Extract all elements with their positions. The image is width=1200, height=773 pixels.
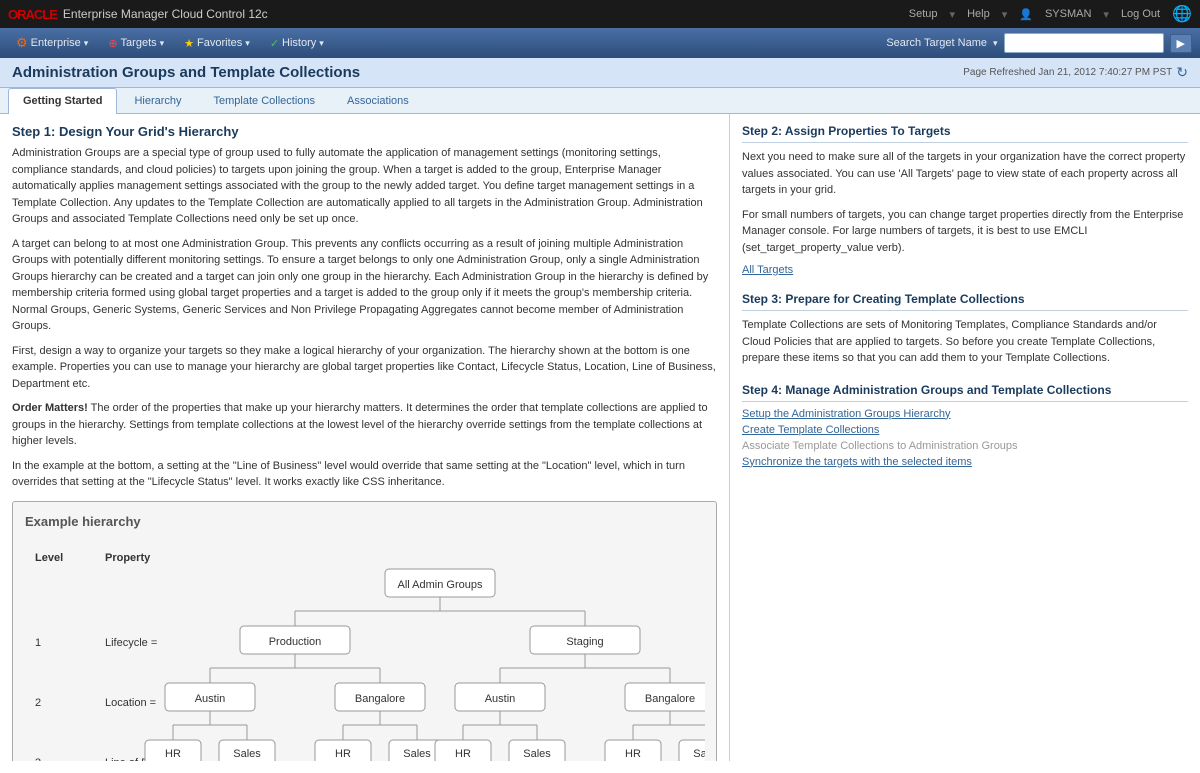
svg-text:HR: HR	[455, 748, 471, 760]
hierarchy-diagram: Level Property All Admin Groups 1 Lifecy…	[25, 541, 705, 762]
nav-favorites-label: Favorites	[197, 37, 242, 49]
history-arrow: ▾	[319, 38, 324, 49]
tab-associations[interactable]: Associations	[332, 88, 424, 113]
top-header: ORACLE Enterprise Manager Cloud Control …	[0, 0, 1200, 28]
svg-text:Sales: Sales	[233, 748, 261, 760]
hierarchy-box: Example hierarchy Level Property All Adm…	[12, 501, 717, 762]
enterprise-arrow: ▾	[84, 38, 89, 49]
user-icon: 👤	[1019, 8, 1033, 21]
svg-text:Location =: Location =	[105, 697, 156, 709]
svg-text:Sales: Sales	[693, 748, 705, 760]
header-sep2: ▾	[1002, 8, 1008, 21]
favorites-icon: ★	[184, 37, 194, 50]
page-refresh: Page Refreshed Jan 21, 2012 7:40:27 PM P…	[963, 64, 1188, 81]
sysman-link[interactable]: SYSMAN	[1045, 8, 1091, 20]
search-input[interactable]	[1004, 33, 1164, 53]
targets-arrow: ▾	[160, 38, 165, 49]
svg-text:2: 2	[35, 697, 41, 709]
oracle-logo: ORACLE	[8, 7, 57, 22]
nav-history[interactable]: ✓ History ▾	[262, 33, 332, 54]
page-title: Administration Groups and Template Colle…	[12, 64, 360, 81]
svg-text:HR: HR	[335, 748, 351, 760]
header-left: ORACLE Enterprise Manager Cloud Control …	[8, 7, 268, 22]
nav-history-label: History	[282, 37, 316, 49]
nav-right: Search Target Name ▾ ▶	[886, 33, 1192, 53]
nav-targets[interactable]: ⊕ Targets ▾	[100, 33, 172, 54]
order-matters-label: Order Matters!	[12, 402, 88, 414]
nav-enterprise[interactable]: ⚙ Enterprise ▾	[8, 31, 96, 55]
step1-para5: In the example at the bottom, a setting …	[12, 458, 717, 491]
search-button[interactable]: ▶	[1170, 34, 1192, 53]
step3-heading: Step 3: Prepare for Creating Template Co…	[742, 292, 1188, 311]
em-sphere-icon: 🌐	[1172, 4, 1192, 24]
svg-text:Production: Production	[269, 636, 322, 648]
svg-text:Sales: Sales	[403, 748, 431, 760]
targets-icon: ⊕	[108, 37, 117, 50]
page-title-bar: Administration Groups and Template Colle…	[0, 58, 1200, 88]
main-content: Step 1: Design Your Grid's Hierarchy Adm…	[0, 114, 1200, 761]
step1-para4-text: The order of the properties that make up…	[12, 402, 708, 447]
step3-para: Template Collections are sets of Monitor…	[742, 317, 1188, 367]
svg-text:Austin: Austin	[485, 693, 516, 705]
tab-getting-started[interactable]: Getting Started	[8, 88, 117, 114]
svg-text:HR: HR	[625, 748, 641, 760]
logout-link[interactable]: Log Out	[1121, 8, 1160, 20]
svg-text:Bangalore: Bangalore	[645, 693, 695, 705]
nav-targets-label: Targets	[121, 37, 157, 49]
step4-heading: Step 4: Manage Administration Groups and…	[742, 383, 1188, 402]
right-panel: Step 2: Assign Properties To Targets Nex…	[730, 114, 1200, 761]
step3-section: Step 3: Prepare for Creating Template Co…	[742, 292, 1188, 367]
step1-heading: Step 1: Design Your Grid's Hierarchy	[12, 124, 717, 139]
step4-section: Step 4: Manage Administration Groups and…	[742, 383, 1188, 468]
svg-text:Bangalore: Bangalore	[355, 693, 405, 705]
step4-link-3[interactable]: Synchronize the targets with the selecte…	[742, 456, 1188, 468]
left-panel: Step 1: Design Your Grid's Hierarchy Adm…	[0, 114, 730, 761]
step1-para2: A target can belong to at most one Admin…	[12, 236, 717, 335]
svg-text:All Admin Groups: All Admin Groups	[398, 579, 483, 591]
setup-link[interactable]: Setup	[909, 8, 938, 20]
search-arrow: ▾	[993, 38, 998, 49]
step2-para2: For small numbers of targets, you can ch…	[742, 207, 1188, 257]
history-icon: ✓	[270, 37, 279, 50]
step4-link-2: Associate Template Collections to Admini…	[742, 440, 1188, 452]
svg-text:Austin: Austin	[195, 693, 226, 705]
search-label: Search Target Name	[886, 37, 987, 49]
step4-links: Setup the Administration Groups Hierarch…	[742, 408, 1188, 468]
favorites-arrow: ▾	[245, 38, 250, 49]
svg-text:HR: HR	[165, 748, 181, 760]
svg-text:Level: Level	[35, 552, 63, 564]
svg-text:Sales: Sales	[523, 748, 551, 760]
svg-text:Lifecycle =: Lifecycle =	[105, 637, 157, 649]
step2-para1: Next you need to make sure all of the ta…	[742, 149, 1188, 199]
header-right: Setup ▾ Help ▾ 👤 SYSMAN ▾ Log Out 🌐	[909, 4, 1192, 24]
step2-heading: Step 2: Assign Properties To Targets	[742, 124, 1188, 143]
header-sep3: ▾	[1103, 8, 1109, 21]
step1-para1: Administration Groups are a special type…	[12, 145, 717, 228]
step2-section: Step 2: Assign Properties To Targets Nex…	[742, 124, 1188, 276]
nav-bar: ⚙ Enterprise ▾ ⊕ Targets ▾ ★ Favorites ▾…	[0, 28, 1200, 58]
refresh-icon[interactable]: ↻	[1176, 64, 1188, 81]
step4-link-0[interactable]: Setup the Administration Groups Hierarch…	[742, 408, 1188, 420]
em-title: Enterprise Manager Cloud Control 12c	[63, 7, 268, 21]
svg-text:Property: Property	[105, 552, 151, 564]
all-targets-link[interactable]: All Targets	[742, 264, 793, 276]
header-sep1: ▾	[950, 8, 956, 21]
refresh-text: Page Refreshed Jan 21, 2012 7:40:27 PM P…	[963, 67, 1172, 78]
svg-text:Staging: Staging	[566, 636, 603, 648]
svg-text:1: 1	[35, 637, 41, 649]
step4-link-1[interactable]: Create Template Collections	[742, 424, 1188, 436]
step1-para3: First, design a way to organize your tar…	[12, 343, 717, 393]
tab-template-collections[interactable]: Template Collections	[199, 88, 331, 113]
help-link[interactable]: Help	[967, 8, 990, 20]
hierarchy-title: Example hierarchy	[25, 514, 704, 529]
tab-hierarchy[interactable]: Hierarchy	[119, 88, 196, 113]
nav-left: ⚙ Enterprise ▾ ⊕ Targets ▾ ★ Favorites ▾…	[8, 31, 332, 55]
svg-text:3: 3	[35, 757, 41, 762]
step1-para4: Order Matters! The order of the properti…	[12, 400, 717, 450]
tabs-bar: Getting Started Hierarchy Template Colle…	[0, 88, 1200, 114]
nav-enterprise-label: Enterprise	[31, 37, 81, 49]
nav-favorites[interactable]: ★ Favorites ▾	[176, 33, 258, 54]
enterprise-icon: ⚙	[16, 35, 28, 51]
